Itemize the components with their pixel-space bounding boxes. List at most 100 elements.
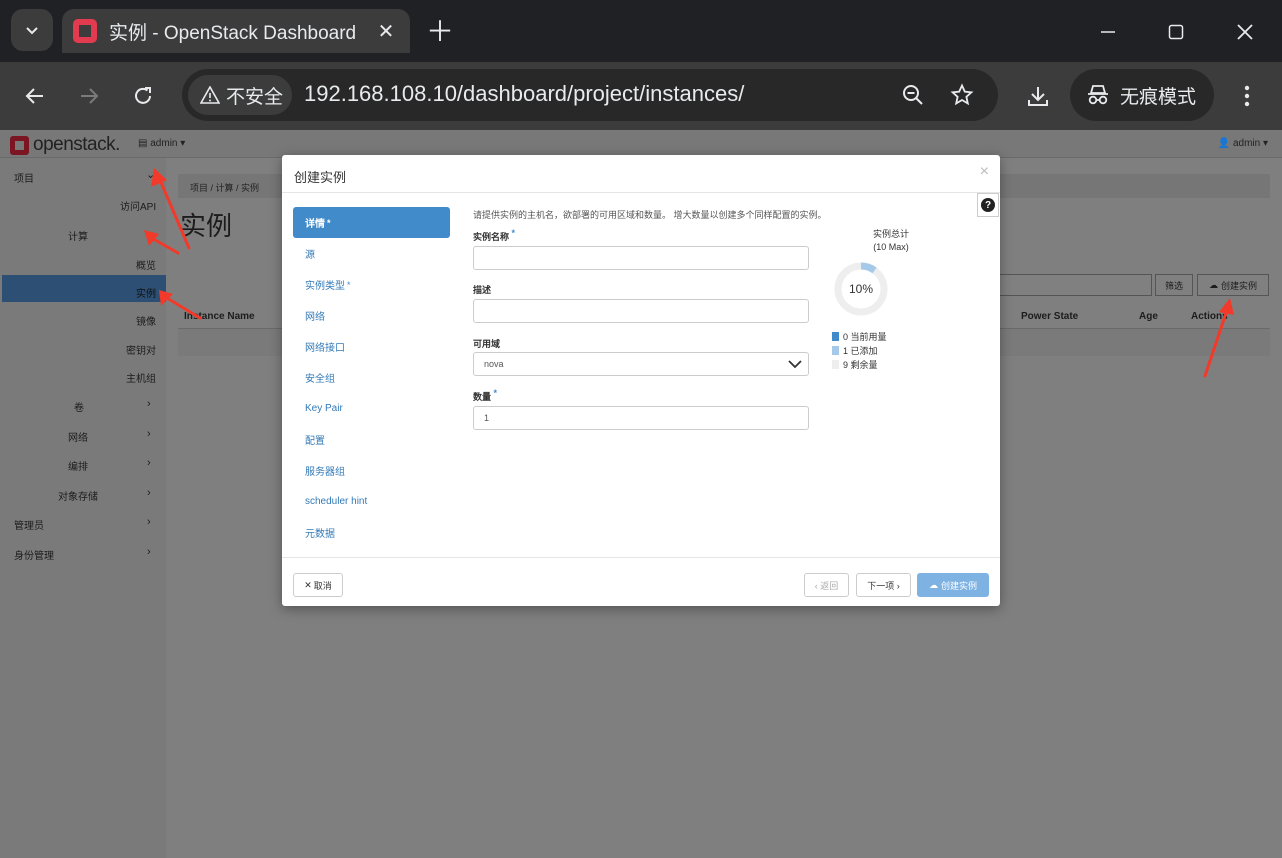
star-icon: [950, 83, 974, 106]
filter-button[interactable]: 筛选: [1155, 274, 1193, 296]
chevron-right-icon: ›: [147, 428, 151, 440]
required-mark: *: [347, 279, 351, 290]
close-tab-button[interactable]: ✕: [374, 19, 398, 43]
minimize-window-button[interactable]: [1090, 14, 1126, 50]
step-details[interactable]: 详情 *: [293, 207, 450, 238]
security-chip[interactable]: 不安全: [188, 75, 292, 115]
legend-label: 1 已添加: [843, 345, 878, 356]
step-label: 源: [305, 250, 315, 261]
url-text[interactable]: 192.168.108.10/dashboard/project/instanc…: [304, 81, 744, 107]
sidebar-item-instances[interactable]: 实例: [136, 285, 156, 300]
sidebar-item-network[interactable]: 网络: [68, 429, 88, 444]
column-header-age[interactable]: Age: [1139, 311, 1158, 322]
instance-name-label: 实例名称 *: [473, 228, 516, 242]
sidebar-item-overview[interactable]: 概览: [136, 257, 156, 272]
cancel-button[interactable]: ✕ 取消: [293, 573, 343, 597]
bookmark-button[interactable]: [948, 81, 976, 109]
modal-close-button[interactable]: ×: [980, 163, 989, 181]
openstack-logo-icon: [10, 135, 29, 155]
details-intro-text: 请提供实例的主机名，欲部署的可用区域和数量。 增大数量以创建多个同样配置的实例。: [473, 210, 827, 220]
step-configuration[interactable]: 配置: [293, 424, 450, 455]
project-icon: ▤: [138, 138, 151, 149]
step-networks[interactable]: 网络: [293, 300, 450, 331]
sidebar-item-project[interactable]: 项目: [14, 170, 34, 185]
browser-menu-button[interactable]: [1227, 76, 1267, 116]
step-flavor[interactable]: 实例类型 *: [293, 269, 450, 300]
legend-swatch: [832, 359, 839, 369]
column-header-actions: Actions: [1191, 311, 1228, 322]
step-label: Key Pair: [305, 403, 343, 414]
next-step-button[interactable]: 下一项 ›: [856, 573, 911, 597]
sidebar-item-identity[interactable]: 身份管理: [14, 547, 54, 562]
security-label: 不安全: [226, 86, 284, 108]
sidebar-item-key-pairs[interactable]: 密钥对: [126, 342, 156, 357]
reload-button[interactable]: [123, 76, 163, 116]
step-source[interactable]: 源: [293, 238, 450, 269]
back-button[interactable]: [15, 76, 55, 116]
count-label: 数量 *: [473, 388, 498, 402]
count-input[interactable]: 1: [473, 406, 809, 430]
quota-subtitle: (10 Max): [873, 242, 909, 252]
step-server-groups[interactable]: 服务器组: [293, 455, 450, 486]
sidebar-item-api-access[interactable]: 访问API: [120, 198, 156, 213]
tab-search-button[interactable]: [11, 9, 53, 51]
openstack-logo[interactable]: openstack.: [10, 134, 120, 156]
step-label: 服务器组: [305, 467, 345, 478]
cloud-upload-icon: ☁: [928, 579, 938, 590]
incognito-chip[interactable]: 无痕模式: [1070, 69, 1214, 121]
arrow-left-icon: [25, 88, 43, 104]
download-icon: [1028, 87, 1048, 106]
column-header-power-state[interactable]: Power State: [1021, 311, 1078, 322]
launch-instance-submit-button[interactable]: ☁ 创建实例: [917, 573, 989, 597]
step-label: 详情: [305, 219, 325, 230]
sidebar-item-volumes[interactable]: 卷: [74, 399, 84, 414]
user-icon: 👤: [1217, 138, 1233, 149]
launch-label: 创建实例: [940, 580, 977, 591]
maximize-window-button[interactable]: [1158, 14, 1194, 50]
user-dropdown[interactable]: 👤 admin ▾: [1218, 138, 1268, 149]
close-window-button[interactable]: [1227, 14, 1263, 50]
step-security-groups[interactable]: 安全组: [293, 362, 450, 393]
project-dropdown[interactable]: ▤ admin ▾: [138, 138, 185, 149]
legend-label: 0 当前用量: [843, 331, 887, 342]
help-button[interactable]: ?: [977, 193, 999, 217]
description-label: 描述: [473, 285, 492, 295]
availability-zone-select[interactable]: nova: [473, 352, 809, 376]
back-step-button[interactable]: ‹ 返回: [804, 573, 849, 597]
launch-instance-button[interactable]: ☁ 创建实例: [1197, 274, 1269, 296]
sidebar-item-admin[interactable]: 管理员: [14, 517, 44, 532]
wizard-steps: 详情 * 源 实例类型 * 网络 网络接口 安全组 Key Pair 配置 服务器组…: [293, 207, 450, 548]
logo-text: openstack.: [33, 134, 120, 155]
browser-tab[interactable]: 实例 - OpenStack Dashboard ✕: [62, 9, 410, 53]
forward-button[interactable]: [69, 76, 109, 116]
sidebar-item-compute[interactable]: 计算: [68, 228, 88, 243]
description-input[interactable]: [473, 299, 809, 323]
tab-title: 实例 - OpenStack Dashboard: [109, 22, 357, 44]
modal-title: 创建实例: [294, 170, 347, 185]
downloads-button[interactable]: [1018, 76, 1058, 116]
address-bar[interactable]: 不安全 192.168.108.10/dashboard/project/ins…: [182, 69, 998, 121]
instance-name-input[interactable]: [473, 246, 809, 270]
step-metadata[interactable]: 元数据: [293, 517, 450, 548]
new-tab-button[interactable]: ＋: [424, 14, 456, 47]
zoom-button[interactable]: [899, 81, 927, 109]
incognito-icon: [1088, 85, 1108, 105]
warning-icon: [200, 86, 220, 104]
sidebar-item-server-groups[interactable]: 主机组: [126, 370, 156, 385]
question-icon: ?: [981, 198, 995, 212]
legend-swatch: [832, 345, 839, 355]
filter-input[interactable]: [998, 274, 1152, 296]
legend-label: 9 剩余量: [843, 359, 878, 370]
quota-legend: 0 当前用量 1 已添加 9 剩余量: [832, 329, 887, 371]
sidebar-item-images[interactable]: 镜像: [136, 313, 156, 328]
legend-row-current: 0 当前用量: [832, 329, 887, 343]
legend-swatch: [832, 331, 839, 341]
sidebar-item-object-store[interactable]: 对象存储: [58, 488, 98, 503]
step-key-pair[interactable]: Key Pair: [293, 393, 450, 424]
sidebar: 项目 ⌄ 访问API 计算 ⌄ 概览 实例 镜像 密钥对 主机组 卷 › 网络 …: [0, 158, 166, 858]
sidebar-item-orchestration[interactable]: 编排: [68, 458, 88, 473]
step-scheduler-hints[interactable]: scheduler hint: [293, 486, 450, 517]
column-header-instance-name[interactable]: Instance Name: [184, 311, 255, 322]
step-network-ports[interactable]: 网络接口: [293, 331, 450, 362]
launch-instance-label: 创建实例: [1220, 280, 1257, 291]
